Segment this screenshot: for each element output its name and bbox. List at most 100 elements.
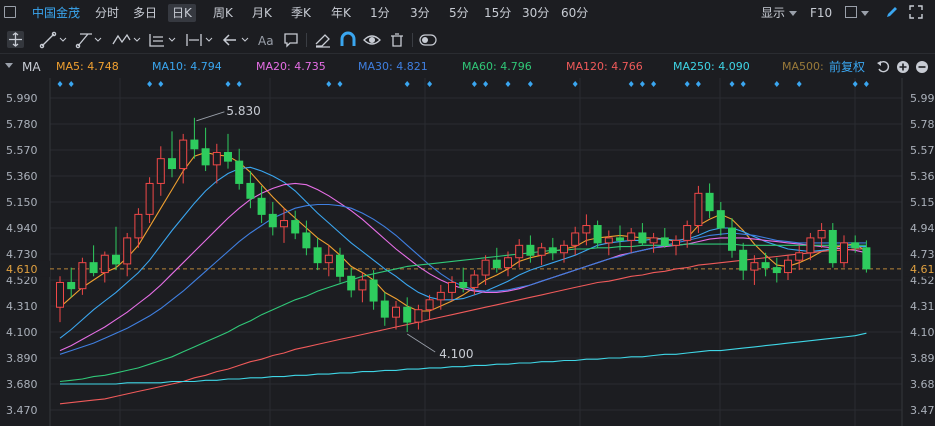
signal-marker: [147, 81, 153, 87]
arrow-tool-icon[interactable]: [222, 34, 249, 46]
measure-tool-icon[interactable]: [186, 34, 213, 46]
signal-marker: [225, 81, 231, 87]
candle-body: [190, 139, 199, 150]
period-tab[interactable]: 1分: [366, 4, 394, 22]
channel-tool-icon[interactable]: [75, 33, 102, 49]
low-leader-line: [406, 333, 436, 353]
y-tick-label-left: 4.730: [6, 248, 38, 261]
candle-body: [414, 309, 423, 323]
candle-body: [302, 232, 311, 249]
candle-body: [840, 242, 848, 264]
candle: [201, 127, 210, 172]
signal-marker: [572, 81, 578, 87]
candle: [414, 304, 423, 330]
candle-body: [660, 237, 669, 246]
y-tick-label-right: 5.360: [910, 170, 935, 183]
signal-marker: [404, 81, 410, 87]
adjust-mode[interactable]: 前复权: [829, 59, 865, 75]
period-tab[interactable]: 年K: [327, 4, 355, 22]
candle: [582, 214, 591, 246]
candle: [168, 131, 176, 178]
candle-body: [761, 262, 770, 269]
magnet-icon[interactable]: [340, 31, 356, 46]
candle-body: [156, 158, 165, 184]
candle: [604, 230, 613, 256]
high-price-label: 5.830: [226, 104, 260, 118]
pen-icon[interactable]: [884, 4, 900, 20]
signal-marker: [774, 81, 780, 87]
candle: [571, 226, 580, 256]
period-tab[interactable]: 周K: [209, 4, 237, 22]
display-menu[interactable]: 显示: [761, 5, 785, 21]
candle: [728, 218, 736, 258]
chevron-down-icon[interactable]: [5, 63, 13, 68]
y-tick-label-right: 5.780: [910, 118, 935, 131]
candle: [425, 294, 434, 320]
signal-marker: [427, 81, 433, 87]
y-tick-label-right: 4.100: [910, 326, 935, 339]
candle: [392, 301, 400, 330]
candle: [112, 226, 120, 271]
candle-body: [425, 299, 434, 311]
period-tab[interactable]: 多日: [129, 4, 161, 22]
y-tick-label-right: 3.680: [910, 378, 935, 391]
indicator-legend: MA MA5: 4.748 MA10: 4.794 MA20: 4.735 MA30:…: [0, 54, 935, 78]
add-icon[interactable]: [896, 59, 910, 73]
drawing-toolbar: Aa: [0, 26, 935, 54]
ma-value: MA10: 4.794: [152, 60, 222, 73]
candle: [156, 146, 165, 196]
trash-icon[interactable]: [391, 33, 403, 47]
period-tab[interactable]: 3分: [406, 4, 434, 22]
chevron-down-icon: [861, 11, 869, 16]
candle-body: [582, 225, 591, 234]
candle-body: [593, 225, 602, 244]
candle: [649, 232, 658, 253]
f10-button[interactable]: F10: [810, 5, 832, 21]
toggle-icon[interactable]: [419, 34, 437, 46]
text-tool-icon[interactable]: Aa: [258, 34, 274, 48]
candle-body: [504, 257, 512, 269]
candle: [795, 245, 804, 271]
checkbox-icon[interactable]: [845, 6, 857, 18]
eraser-icon[interactable]: [315, 34, 330, 48]
period-tab[interactable]: 日K: [168, 4, 196, 22]
period-tab[interactable]: 30分: [518, 4, 553, 22]
fib-tool-icon[interactable]: [149, 34, 176, 47]
candle-body: [280, 220, 288, 228]
wave-tool-icon[interactable]: [112, 33, 141, 45]
main-indicator-label[interactable]: MA: [22, 59, 41, 75]
crosshair-icon[interactable]: [7, 31, 24, 48]
note-icon[interactable]: [284, 33, 298, 48]
remove-icon[interactable]: [915, 59, 929, 73]
signal-marker: [740, 81, 746, 87]
undo-icon[interactable]: [876, 59, 890, 73]
candle-body: [638, 232, 647, 244]
period-tab[interactable]: 月K: [248, 4, 276, 22]
fullscreen-icon[interactable]: [908, 4, 924, 20]
collapse-icon[interactable]: [4, 6, 16, 18]
period-tab[interactable]: 季K: [287, 4, 315, 22]
candle-body: [134, 213, 143, 239]
period-tab[interactable]: 15分: [480, 4, 515, 22]
ma-value: MA120: 4.766: [566, 60, 643, 73]
signal-marker: [236, 81, 242, 87]
line-tool-icon[interactable]: [39, 31, 67, 49]
eye-icon[interactable]: [363, 35, 381, 45]
candle: [840, 235, 848, 268]
candle: [739, 242, 748, 280]
candle: [817, 223, 826, 248]
signal-marker: [471, 81, 477, 87]
y-tick-label-left: 5.990: [6, 92, 38, 105]
candle-body: [548, 247, 557, 254]
period-tab[interactable]: 60分: [557, 4, 592, 22]
ma-value: MA5: 4.748: [56, 60, 119, 73]
kline-chart[interactable]: 5.990 5.990 5.780 5.780 5.570 5.570 5.360 5.360…: [0, 78, 935, 426]
candle-body: [683, 225, 692, 241]
candle-body: [795, 252, 804, 261]
candle: [145, 177, 154, 224]
y-tick-label-right: 4.310: [910, 300, 935, 313]
period-tab[interactable]: 5分: [445, 4, 473, 22]
stock-name[interactable]: 中国金茂: [32, 5, 80, 21]
period-tab[interactable]: 分时: [91, 4, 123, 22]
signal-marker: [57, 81, 63, 87]
